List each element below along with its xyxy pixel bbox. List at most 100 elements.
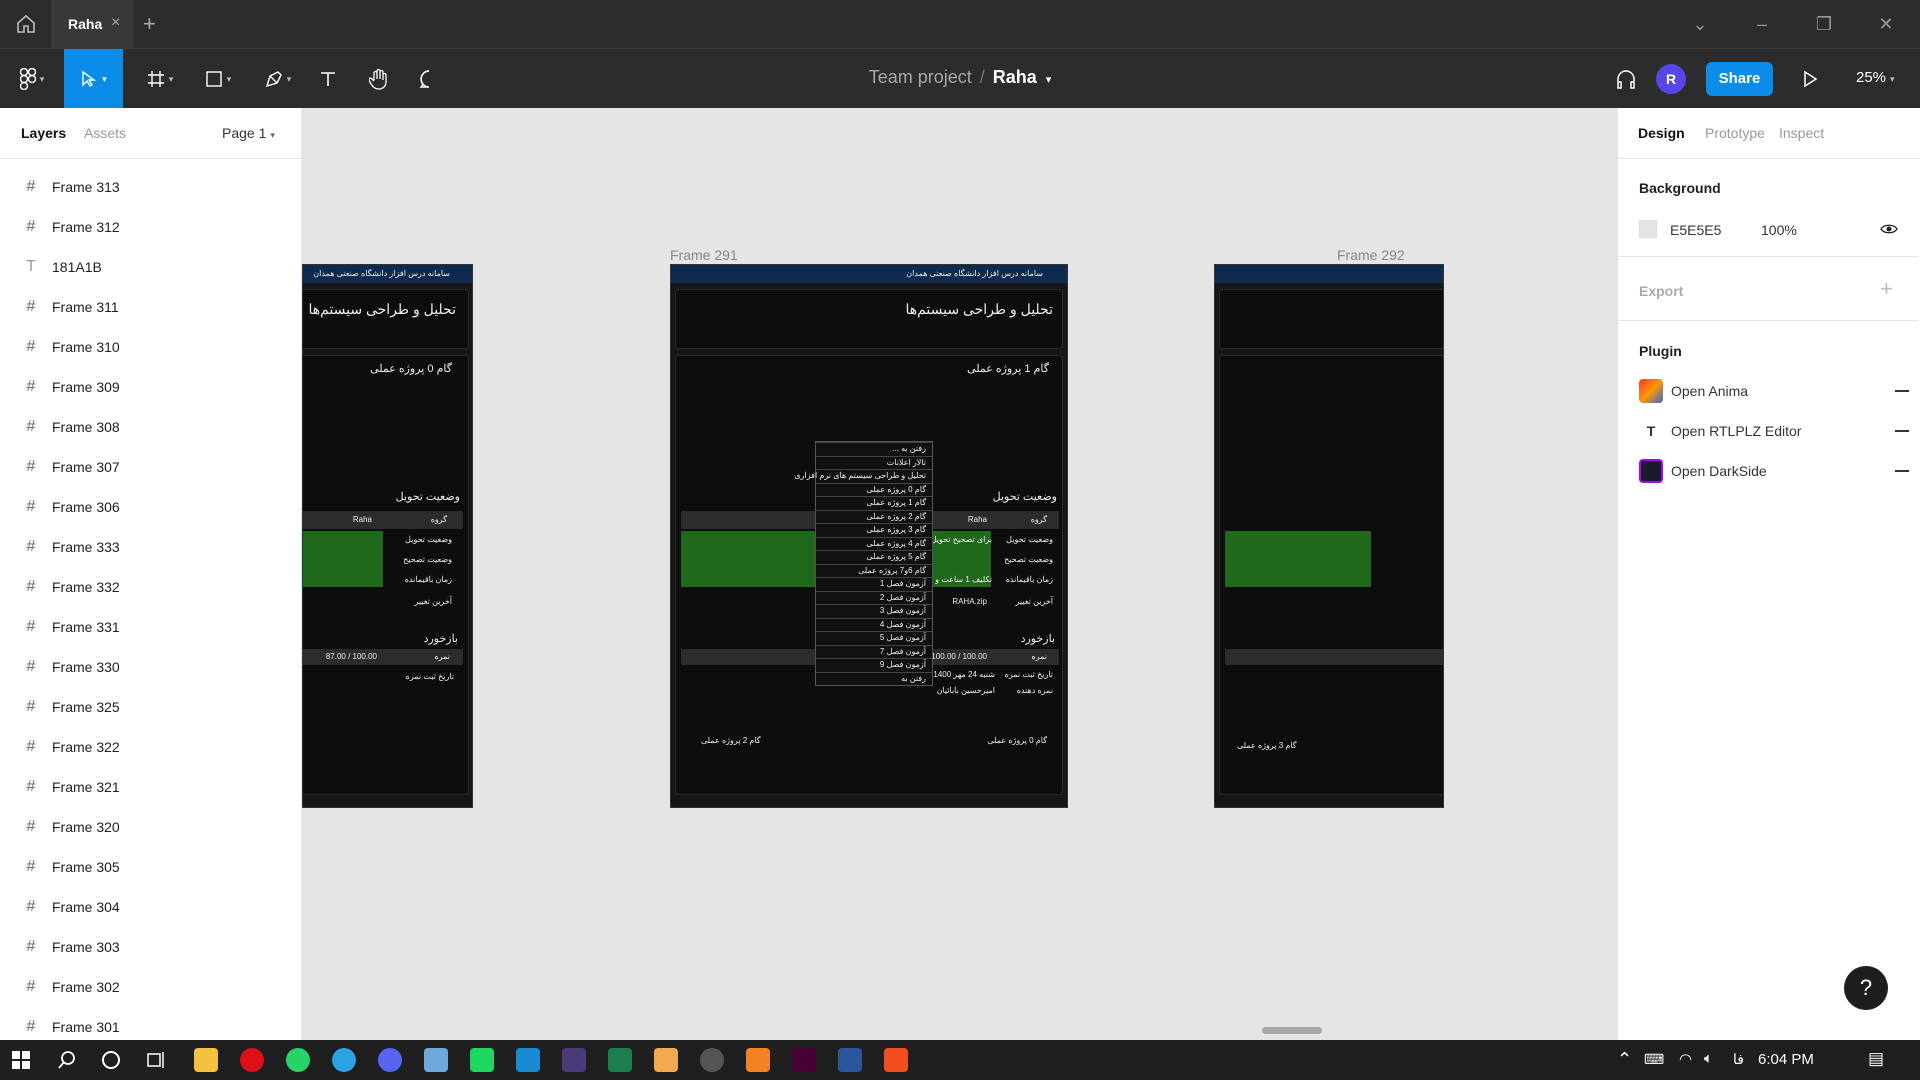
language-indicator[interactable]: فا (1733, 1051, 1744, 1068)
dropdown-item[interactable]: گام 0 پروژه عملی (866, 485, 926, 494)
tab-layers[interactable]: Layers (21, 125, 66, 141)
dropdown-item[interactable]: رفتن به ... (892, 444, 926, 453)
layer-item[interactable]: # Frame 309 (0, 367, 300, 407)
dropdown-item[interactable]: گام 6و7 پروژه عملی (858, 566, 926, 575)
xampp-icon[interactable] (746, 1048, 770, 1072)
task-view-icon[interactable] (146, 1050, 166, 1070)
dropdown-item[interactable]: آزمون فصل 5 (880, 633, 926, 642)
nav-prev-link[interactable]: گام 2 پروژه عملی (701, 736, 761, 745)
figma-icon[interactable] (884, 1048, 908, 1072)
search-icon[interactable] (57, 1050, 77, 1070)
telegram-icon[interactable] (332, 1048, 356, 1072)
horizontal-scrollbar[interactable] (1262, 1027, 1322, 1034)
add-tab-icon[interactable]: + (143, 11, 156, 37)
file-explorer-icon[interactable] (194, 1048, 218, 1072)
window-close-icon[interactable]: ✕ (1874, 12, 1898, 36)
page-selector[interactable]: Page 1 ▾ (222, 125, 275, 141)
tab-inspect[interactable]: Inspect (1779, 125, 1824, 141)
dropdown-item[interactable]: آزمون فصل 3 (880, 606, 926, 615)
dropdown-item[interactable]: آزمون فصل 2 (880, 593, 926, 602)
dropdown-item[interactable]: تحلیل و طراحی سیستم های نرم افزاری (794, 471, 926, 480)
help-button[interactable]: ? (1844, 966, 1888, 1010)
tab-prototype[interactable]: Prototype (1705, 125, 1765, 141)
notifications-icon[interactable]: ▤ (1868, 1049, 1884, 1069)
layer-item[interactable]: # Frame 302 (0, 967, 300, 1007)
layer-item[interactable]: # Frame 322 (0, 727, 300, 767)
keyboard-icon[interactable]: ⌨ (1644, 1051, 1664, 1068)
close-icon[interactable]: × (111, 14, 120, 32)
dropdown-item[interactable]: آزمون فصل 9 (880, 660, 926, 669)
background-hex[interactable]: E5E5E5 (1670, 222, 1721, 238)
layer-item[interactable]: # Frame 303 (0, 927, 300, 967)
remove-icon[interactable] (1895, 430, 1909, 432)
share-button[interactable]: Share (1706, 62, 1773, 96)
adobe-xd-icon[interactable] (792, 1048, 816, 1072)
clock[interactable]: 6:04 PM (1758, 1051, 1814, 1068)
dropdown-item[interactable]: گام 1 پروژه عملی (866, 498, 926, 507)
home-icon[interactable] (14, 12, 38, 36)
layer-item[interactable]: # Frame 304 (0, 887, 300, 927)
canvas[interactable]: Frame 291 Frame 292 سامانه درس افزار دان… (302, 108, 1617, 1040)
dropdown-item[interactable]: آزمون فصل 4 (880, 620, 926, 629)
app-m-icon[interactable] (562, 1048, 586, 1072)
app-w-icon[interactable] (700, 1048, 724, 1072)
chevron-down-icon[interactable]: ⌄ (1688, 12, 1712, 36)
breadcrumb-file[interactable]: Raha (993, 67, 1037, 87)
tab-assets[interactable]: Assets (84, 125, 126, 141)
dropdown-item[interactable]: گام 2 پروژه عملی (866, 512, 926, 521)
plugin-item[interactable]: T Open RTLPLZ Editor (1639, 419, 1909, 447)
dropdown-item[interactable]: گام 4 پروژه عملی (866, 539, 926, 548)
word-icon[interactable] (838, 1048, 862, 1072)
remove-icon[interactable] (1895, 390, 1909, 392)
opera-icon[interactable] (240, 1048, 264, 1072)
eye-icon[interactable] (1880, 222, 1898, 236)
frame-292[interactable]: گام 3 پروژه عملی (1214, 264, 1444, 808)
frame-label[interactable]: Frame 291 (670, 247, 738, 263)
chevron-down-icon[interactable]: ▾ (1046, 74, 1052, 86)
pycharm-icon[interactable] (470, 1048, 494, 1072)
layer-item[interactable]: # Frame 307 (0, 447, 300, 487)
jump-to-dropdown[interactable]: رفتن به ... تالار اعلانات تحلیل و طراحی سی… (794, 441, 933, 686)
play-icon[interactable] (1802, 70, 1818, 88)
layer-item[interactable]: # Frame 325 (0, 687, 300, 727)
windows-start-icon[interactable] (12, 1051, 30, 1069)
zoom-level[interactable]: 25% ▾ (1856, 69, 1895, 86)
dropdown-item[interactable]: آزمون فصل 7 (880, 647, 926, 656)
layer-item[interactable]: # Frame 313 (0, 167, 300, 207)
whatsapp-icon[interactable] (286, 1048, 310, 1072)
breadcrumb-team[interactable]: Team project (869, 67, 972, 87)
app-cube-icon[interactable] (424, 1048, 448, 1072)
layer-item[interactable]: # Frame 333 (0, 527, 300, 567)
app-paint-icon[interactable] (654, 1048, 678, 1072)
app-x-icon[interactable] (608, 1048, 632, 1072)
avatar[interactable]: R (1656, 64, 1686, 94)
remove-icon[interactable] (1895, 470, 1909, 472)
plugin-item[interactable]: Open DarkSide (1639, 459, 1909, 487)
background-swatch[interactable] (1639, 220, 1657, 238)
tab-design[interactable]: Design (1638, 125, 1685, 141)
dropdown-item[interactable]: گام 5 پروژه عملی (866, 552, 926, 561)
frame-291[interactable]: سامانه درس افزار دانشگاه صنعتی همدان تحل… (670, 264, 1068, 808)
layer-item[interactable]: T 181A1B (0, 247, 300, 287)
layer-item[interactable]: # Frame 331 (0, 607, 300, 647)
minimize-icon[interactable]: – (1750, 12, 1774, 36)
nav-next-link[interactable]: گام 0 پروژه عملی (987, 736, 1047, 745)
vscode-icon[interactable] (516, 1048, 540, 1072)
restore-icon[interactable]: ❐ (1812, 12, 1836, 36)
chevron-up-icon[interactable]: ⌃ (1617, 1049, 1632, 1070)
layer-item[interactable]: # Frame 310 (0, 327, 300, 367)
layer-item[interactable]: # Frame 306 (0, 487, 300, 527)
dropdown-item[interactable]: آزمون فصل 1 (880, 579, 926, 588)
plugin-item[interactable]: Open Anima (1639, 379, 1909, 407)
headphones-icon[interactable] (1614, 67, 1638, 91)
add-export-icon[interactable]: + (1880, 276, 1893, 302)
layer-item[interactable]: # Frame 308 (0, 407, 300, 447)
dropdown-item[interactable]: تالار اعلانات (887, 458, 926, 467)
layer-item[interactable]: # Frame 320 (0, 807, 300, 847)
dropdown-item[interactable]: رفتن به (901, 674, 926, 683)
layer-item[interactable]: # Frame 312 (0, 207, 300, 247)
wifi-icon[interactable]: ◠ (1679, 1050, 1692, 1068)
layer-item[interactable]: # Frame 305 (0, 847, 300, 887)
layer-item[interactable]: # Frame 330 (0, 647, 300, 687)
dropdown-item[interactable]: گام 3 پروژه عملی (866, 525, 926, 534)
